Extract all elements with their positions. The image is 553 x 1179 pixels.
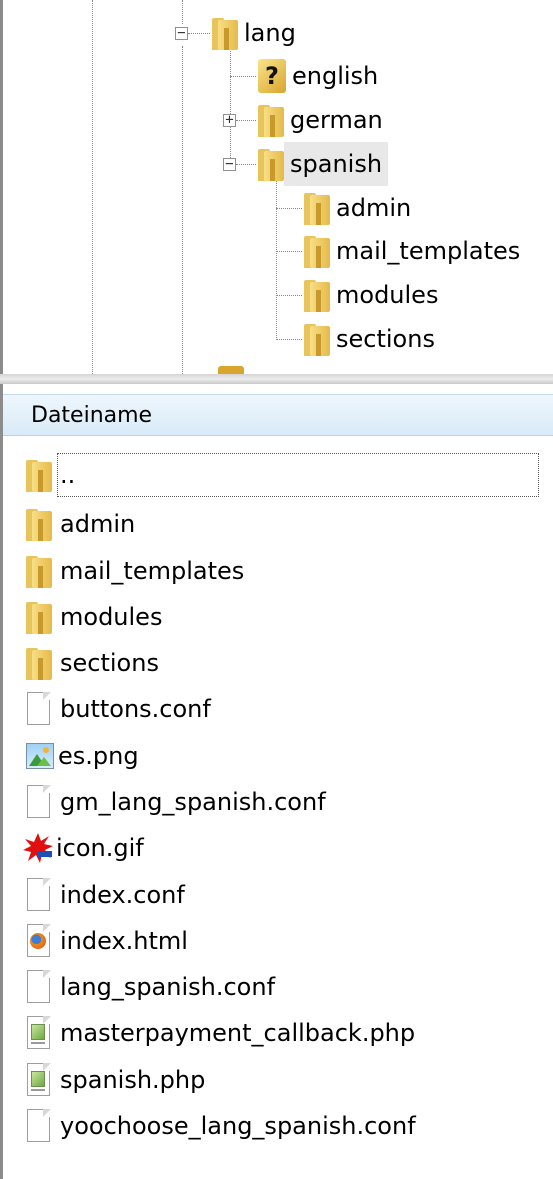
minus-icon: − (225, 156, 234, 172)
file-name: index.conf (60, 881, 185, 909)
document-icon (26, 692, 52, 726)
tree-connector (188, 33, 210, 34)
pane-splitter[interactable] (0, 374, 553, 384)
tree-node-label: lang (244, 19, 296, 47)
tree-node-label: admin (336, 194, 412, 222)
firefox-html-icon (26, 924, 52, 958)
folder-tree-pane: − + − lang ? english german spanish admi… (0, 0, 553, 374)
file-row-admin[interactable]: admin (26, 501, 135, 547)
tree-node-label: mail_templates (336, 237, 521, 265)
tree-node-label: spanish (284, 142, 389, 186)
tree-connector (236, 164, 256, 165)
tree-connector (182, 46, 183, 374)
image-icon (26, 743, 54, 769)
tree-node-english[interactable]: ? english (258, 54, 384, 98)
folder-icon (304, 234, 330, 268)
file-row-buttons-conf[interactable]: buttons.conf (26, 686, 211, 732)
file-name: yoochoose_lang_spanish.conf (60, 1112, 416, 1140)
minus-icon: − (177, 25, 186, 41)
file-row-icon-gif[interactable]: icon.gif (22, 825, 144, 871)
tree-connector (276, 180, 277, 340)
folder-icon (26, 554, 52, 588)
column-header-label: Dateiname (31, 402, 153, 428)
file-name: modules (60, 603, 163, 631)
column-header-filename[interactable]: Dateiname (3, 394, 553, 436)
tree-connector (182, 0, 183, 24)
tree-node-lang[interactable]: lang (212, 11, 302, 55)
file-name: gm_lang_spanish.conf (60, 788, 326, 816)
pane-border (0, 0, 3, 374)
tree-connector (276, 339, 302, 340)
file-name: buttons.conf (60, 695, 211, 723)
tree-connector (236, 120, 256, 121)
folder-icon (26, 458, 52, 492)
file-list-pane: Dateiname .. admin mail_templates module… (0, 384, 553, 1179)
folder-icon (304, 278, 330, 312)
file-name: mail_templates (60, 557, 245, 585)
folder-icon (304, 191, 330, 225)
file-name: sections (60, 649, 159, 677)
file-name: .. (56, 452, 540, 498)
file-row-gm-lang-spanish-conf[interactable]: gm_lang_spanish.conf (26, 779, 326, 825)
php-file-icon (26, 1063, 52, 1097)
tree-node-spanish[interactable]: spanish (258, 142, 389, 186)
collapse-spanish-button[interactable]: − (223, 156, 236, 172)
pane-border (0, 384, 3, 1179)
partial-tree-node-icon (218, 366, 244, 374)
folder-icon (258, 147, 284, 181)
tree-node-admin[interactable]: admin (304, 186, 417, 230)
file-name: lang_spanish.conf (60, 973, 276, 1001)
file-row-index-conf[interactable]: index.conf (26, 872, 185, 918)
tree-node-label: german (290, 106, 383, 134)
tree-node-sections[interactable]: sections (304, 317, 441, 361)
file-row-lang-spanish-conf[interactable]: lang_spanish.conf (26, 964, 275, 1010)
file-name: masterpayment_callback.php (60, 1019, 416, 1047)
file-row-yoochoose-lang-spanish-conf[interactable]: yoochoose_lang_spanish.conf (26, 1103, 416, 1149)
file-name: es.png (58, 742, 139, 770)
tree-node-label: english (292, 62, 379, 90)
tree-node-german[interactable]: german (258, 98, 389, 142)
file-row-index-html[interactable]: index.html (26, 918, 188, 964)
expand-german-button[interactable]: + (223, 112, 236, 128)
folder-icon (26, 600, 52, 634)
tree-connector (276, 251, 302, 252)
document-icon (26, 1109, 52, 1143)
folder-icon (304, 322, 330, 356)
tree-connector (276, 208, 302, 209)
question-icon: ? (258, 59, 286, 93)
php-file-icon (26, 1016, 52, 1050)
tree-node-label: modules (336, 281, 439, 309)
collapse-lang-button[interactable]: − (175, 25, 188, 41)
tree-node-label: sections (336, 325, 435, 353)
file-row-modules[interactable]: modules (26, 594, 162, 640)
folder-icon (212, 16, 238, 50)
tree-node-modules[interactable]: modules (304, 273, 444, 317)
file-name: spanish.php (60, 1066, 206, 1094)
file-row-mail-templates[interactable]: mail_templates (26, 548, 244, 594)
gif-splat-icon (22, 831, 54, 865)
tree-connector (276, 295, 302, 296)
folder-icon (26, 646, 52, 680)
file-row-es-png[interactable]: es.png (26, 733, 139, 779)
file-row-masterpayment-callback-php[interactable]: masterpayment_callback.php (26, 1010, 415, 1056)
plus-icon: + (225, 112, 234, 128)
file-row-parent[interactable]: .. (26, 452, 540, 498)
file-row-sections[interactable]: sections (26, 640, 159, 686)
document-icon (26, 878, 52, 912)
document-icon (26, 970, 52, 1004)
folder-icon (26, 507, 52, 541)
file-name: icon.gif (56, 834, 144, 862)
tree-connector (230, 76, 256, 77)
document-icon (26, 785, 52, 819)
file-name: index.html (60, 927, 188, 955)
folder-icon (258, 103, 284, 137)
tree-connector (92, 0, 93, 374)
file-name: admin (60, 510, 136, 538)
file-row-spanish-php[interactable]: spanish.php (26, 1057, 205, 1103)
tree-connector (230, 46, 231, 170)
tree-node-mail-templates[interactable]: mail_templates (304, 229, 526, 273)
